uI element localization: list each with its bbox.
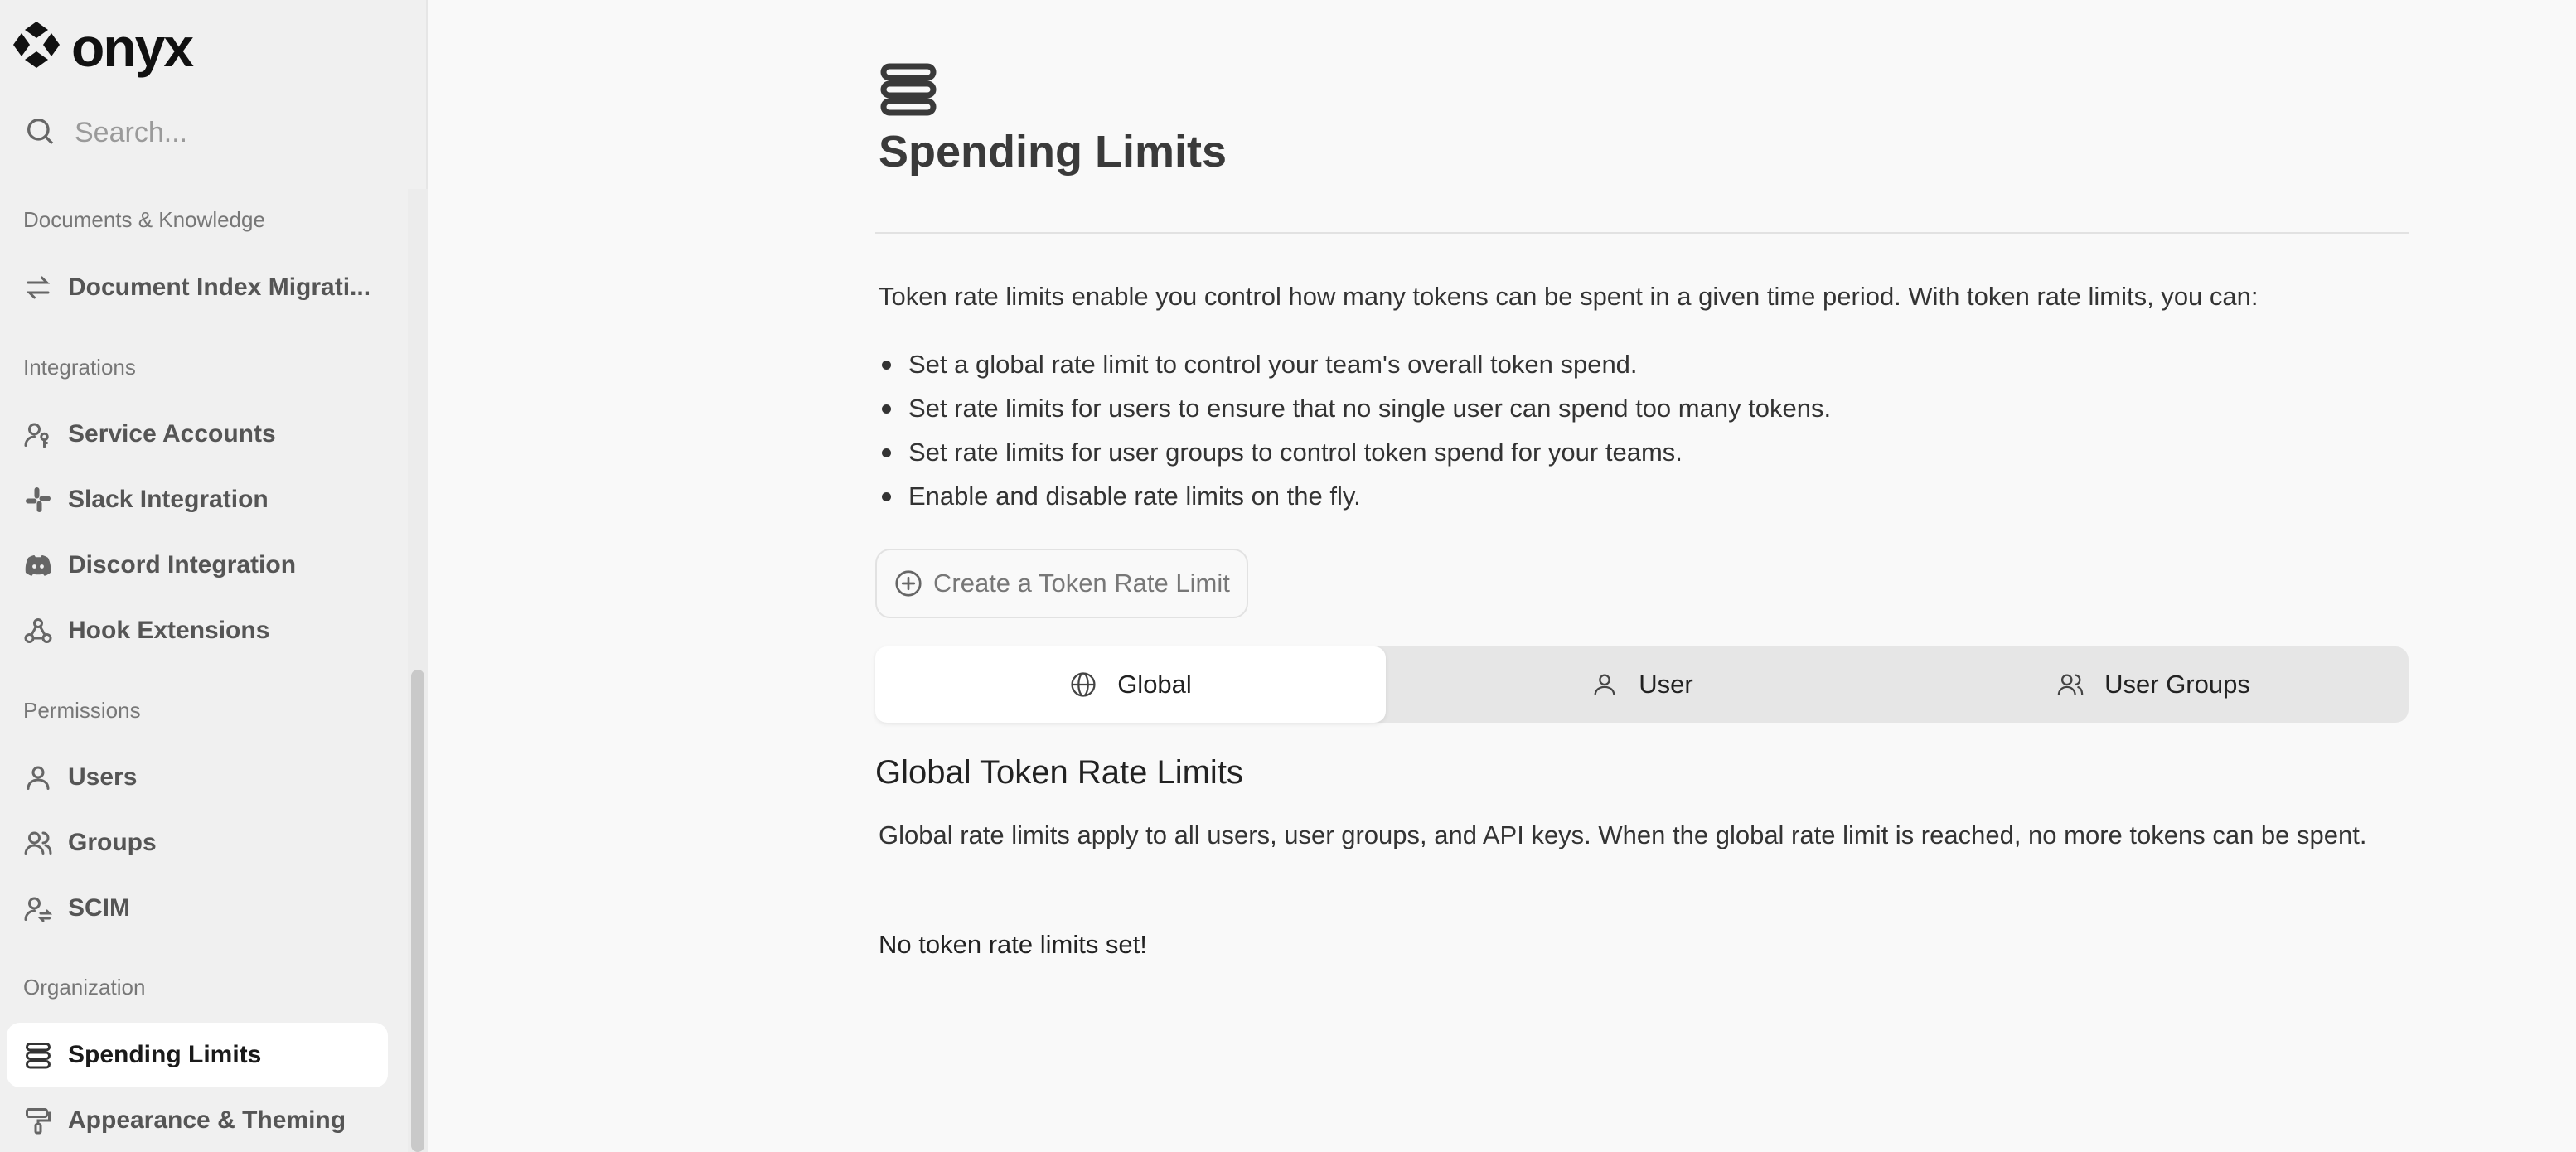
paint-roller-icon (23, 1106, 53, 1135)
globe-icon (1071, 672, 1096, 697)
section-title-permissions: Permissions (23, 698, 141, 723)
sidebar-item-label: Slack Integration (68, 486, 269, 513)
sidebar-item-appearance-theming[interactable]: Appearance & Theming (7, 1088, 388, 1152)
sidebar-item-slack-integration[interactable]: Slack Integration (7, 467, 388, 532)
sidebar: onyx Documents & Knowledge Document Inde… (0, 0, 428, 1152)
list-item: Set rate limits for users to ensure that… (879, 392, 1831, 436)
sidebar-item-scim[interactable]: SCIM (7, 876, 388, 941)
sidebar-item-label: Users (68, 763, 138, 791)
sidebar-item-document-index-migration[interactable]: Document Index Migrati... (7, 255, 388, 320)
user-icon (23, 762, 53, 792)
tab-label: User (1639, 670, 1693, 699)
slack-icon (23, 485, 53, 515)
tab-user-groups[interactable]: User Groups (1898, 646, 2409, 723)
user-sync-icon (23, 893, 53, 923)
section-title-organization: Organization (23, 975, 146, 1000)
feature-list: Set a global rate limit to control your … (879, 348, 1831, 524)
section-heading: Global Token Rate Limits (875, 754, 1243, 791)
sidebar-item-label: Hook Extensions (68, 617, 270, 644)
sidebar-item-service-accounts[interactable]: Service Accounts (7, 402, 388, 467)
sidebar-item-label: Spending Limits (68, 1041, 262, 1068)
empty-state: No token rate limits set! (879, 930, 1147, 959)
search-bar (23, 114, 391, 152)
brand-name: onyx (71, 16, 194, 78)
tab-label: Global (1117, 670, 1192, 699)
tab-user[interactable]: User (1387, 646, 1897, 723)
sidebar-item-label: Groups (68, 829, 157, 856)
page-title: Spending Limits (879, 127, 1227, 177)
section-title-documents: Documents & Knowledge (23, 207, 265, 232)
plus-circle-icon (895, 570, 922, 597)
sidebar-scrollbar-thumb[interactable] (411, 670, 424, 1152)
sidebar-nav: Documents & Knowledge Document Index Mig… (0, 189, 428, 1152)
sidebar-item-users[interactable]: Users (7, 745, 388, 810)
intro-text: Token rate limits enable you control how… (879, 282, 2259, 311)
sidebar-item-label: Appearance & Theming (68, 1106, 346, 1134)
sidebar-item-groups[interactable]: Groups (7, 811, 388, 875)
sidebar-item-hook-extensions[interactable]: Hook Extensions (7, 598, 388, 663)
sidebar-item-label: Document Index Migrati... (68, 273, 371, 301)
search-input[interactable] (73, 116, 391, 150)
sidebar-scrollbar[interactable] (408, 189, 428, 1152)
brand[interactable]: onyx (12, 16, 194, 78)
webhook-icon (23, 616, 53, 646)
users-icon (2057, 674, 2084, 695)
sidebar-item-spending-limits[interactable]: Spending Limits (7, 1023, 388, 1087)
server-stack-icon (23, 1040, 53, 1070)
users-icon (23, 828, 53, 858)
search-icon (23, 114, 56, 152)
tab-global[interactable]: Global (875, 646, 1386, 723)
sidebar-item-label: Service Accounts (68, 420, 276, 448)
sidebar-item-label: Discord Integration (68, 551, 297, 578)
discord-icon (23, 550, 53, 580)
sidebar-item-label: SCIM (68, 894, 130, 922)
tab-label: User Groups (2104, 670, 2250, 699)
user-key-icon (23, 419, 53, 449)
onyx-logo-icon (12, 20, 61, 74)
scope-tabs: Global User User Groups (875, 646, 2409, 723)
list-item: Set a global rate limit to control your … (879, 348, 1831, 392)
section-title-integrations: Integrations (23, 355, 136, 380)
list-item: Set rate limits for user groups to contr… (879, 436, 1831, 480)
sidebar-item-discord-integration[interactable]: Discord Integration (7, 533, 388, 598)
user-icon (1594, 674, 1615, 695)
create-token-rate-limit-button[interactable]: Create a Token Rate Limit (875, 549, 1248, 618)
create-button-label: Create a Token Rate Limit (933, 569, 1230, 598)
server-stack-icon (880, 63, 937, 116)
section-description: Global rate limits apply to all users, u… (879, 820, 2367, 849)
swap-arrows-icon (23, 273, 53, 303)
divider (875, 232, 2409, 234)
list-item: Enable and disable rate limits on the fl… (879, 480, 1831, 524)
